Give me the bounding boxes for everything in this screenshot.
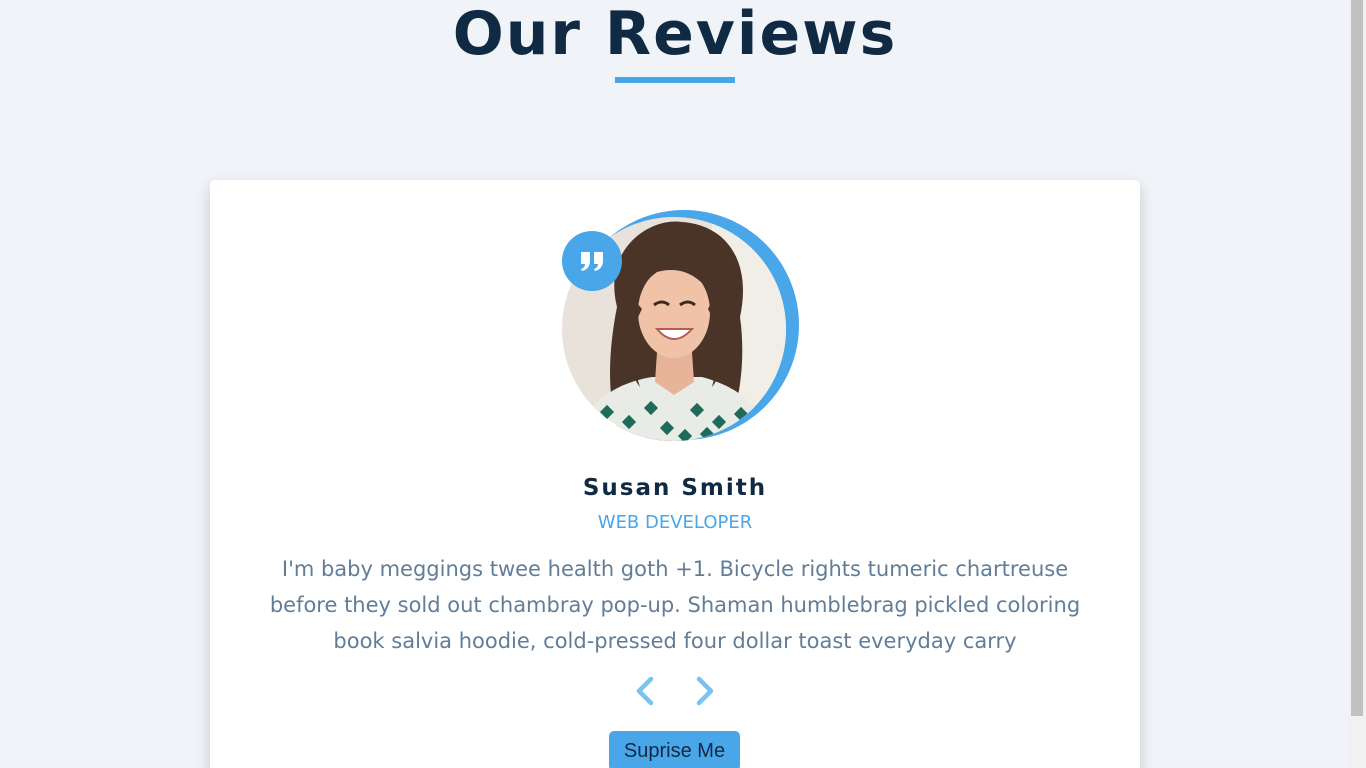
author-job: WEB DEVELOPER: [597, 512, 753, 533]
scrollbar-thumb[interactable]: [1351, 0, 1363, 716]
surprise-me-button[interactable]: Suprise Me: [609, 731, 740, 768]
chevron-right-icon: [694, 676, 716, 710]
prev-button[interactable]: [628, 676, 662, 710]
review-card: Susan Smith WEB DEVELOPER I'm baby meggi…: [210, 180, 1140, 768]
author-name: Susan Smith: [582, 475, 768, 501]
section-title: Our Reviews: [452, 0, 898, 69]
title-underline: [615, 77, 735, 83]
next-button[interactable]: [688, 676, 722, 710]
quote-right-icon: [562, 231, 622, 291]
chevron-left-icon: [634, 676, 656, 710]
review-text: I'm baby meggings twee health goth +1. B…: [269, 557, 1081, 653]
page: Our Reviews Susan Smith WEB DEVELOPER I'…: [0, 0, 1366, 768]
vertical-scrollbar[interactable]: [1349, 0, 1366, 768]
